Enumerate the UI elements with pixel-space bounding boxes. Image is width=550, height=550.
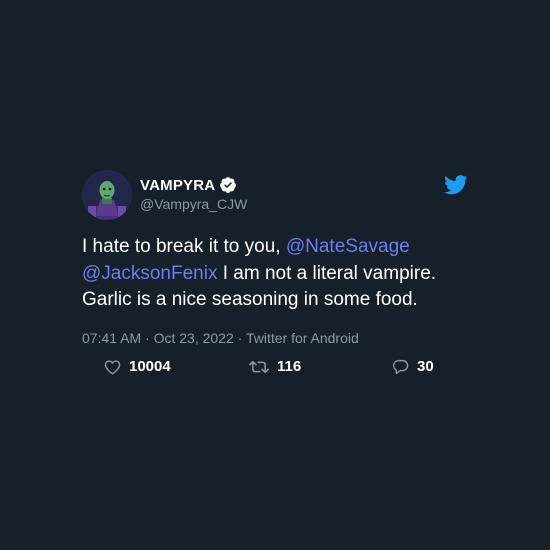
reply-bubble-icon xyxy=(392,359,409,374)
user-handle[interactable]: @Vampyra_CJW xyxy=(140,196,247,212)
twitter-bird-icon[interactable] xyxy=(444,175,468,195)
mention-link-natesavage[interactable]: @NateSavage xyxy=(286,236,410,257)
retweet-button[interactable]: 116 xyxy=(249,358,301,375)
display-name[interactable]: VAMPYRA xyxy=(140,177,215,194)
avatar[interactable] xyxy=(82,170,132,220)
like-button[interactable]: 10004 xyxy=(104,358,171,375)
display-name-row: VAMPYRA xyxy=(140,175,247,195)
like-count: 10004 xyxy=(129,358,171,375)
tweet-text-part1: I hate to break it to you, xyxy=(82,236,286,257)
reply-count: 30 xyxy=(417,358,434,375)
tweet-meta: 07:41 AM · Oct 23, 2022 · Twitter for An… xyxy=(82,329,359,346)
verified-badge-icon xyxy=(220,177,237,193)
retweet-icon xyxy=(249,360,269,373)
avatar-icon xyxy=(82,170,132,220)
tweet-header: VAMPYRA @Vampyra_CJW xyxy=(82,170,472,220)
retweet-count: 116 xyxy=(277,358,302,375)
tweet-text: I hate to break it to you, @NateSavage @J… xyxy=(82,234,482,314)
tweet-card: VAMPYRA @Vampyra_CJW I hate to break it … xyxy=(82,170,472,375)
tweet-actions: 10004 116 30 xyxy=(104,358,444,380)
mention-link-jacksonfenix[interactable]: @JacksonFenix xyxy=(82,263,217,284)
reply-button[interactable]: 30 xyxy=(392,358,434,375)
user-names: VAMPYRA @Vampyra_CJW xyxy=(140,175,247,213)
heart-icon xyxy=(104,359,121,375)
